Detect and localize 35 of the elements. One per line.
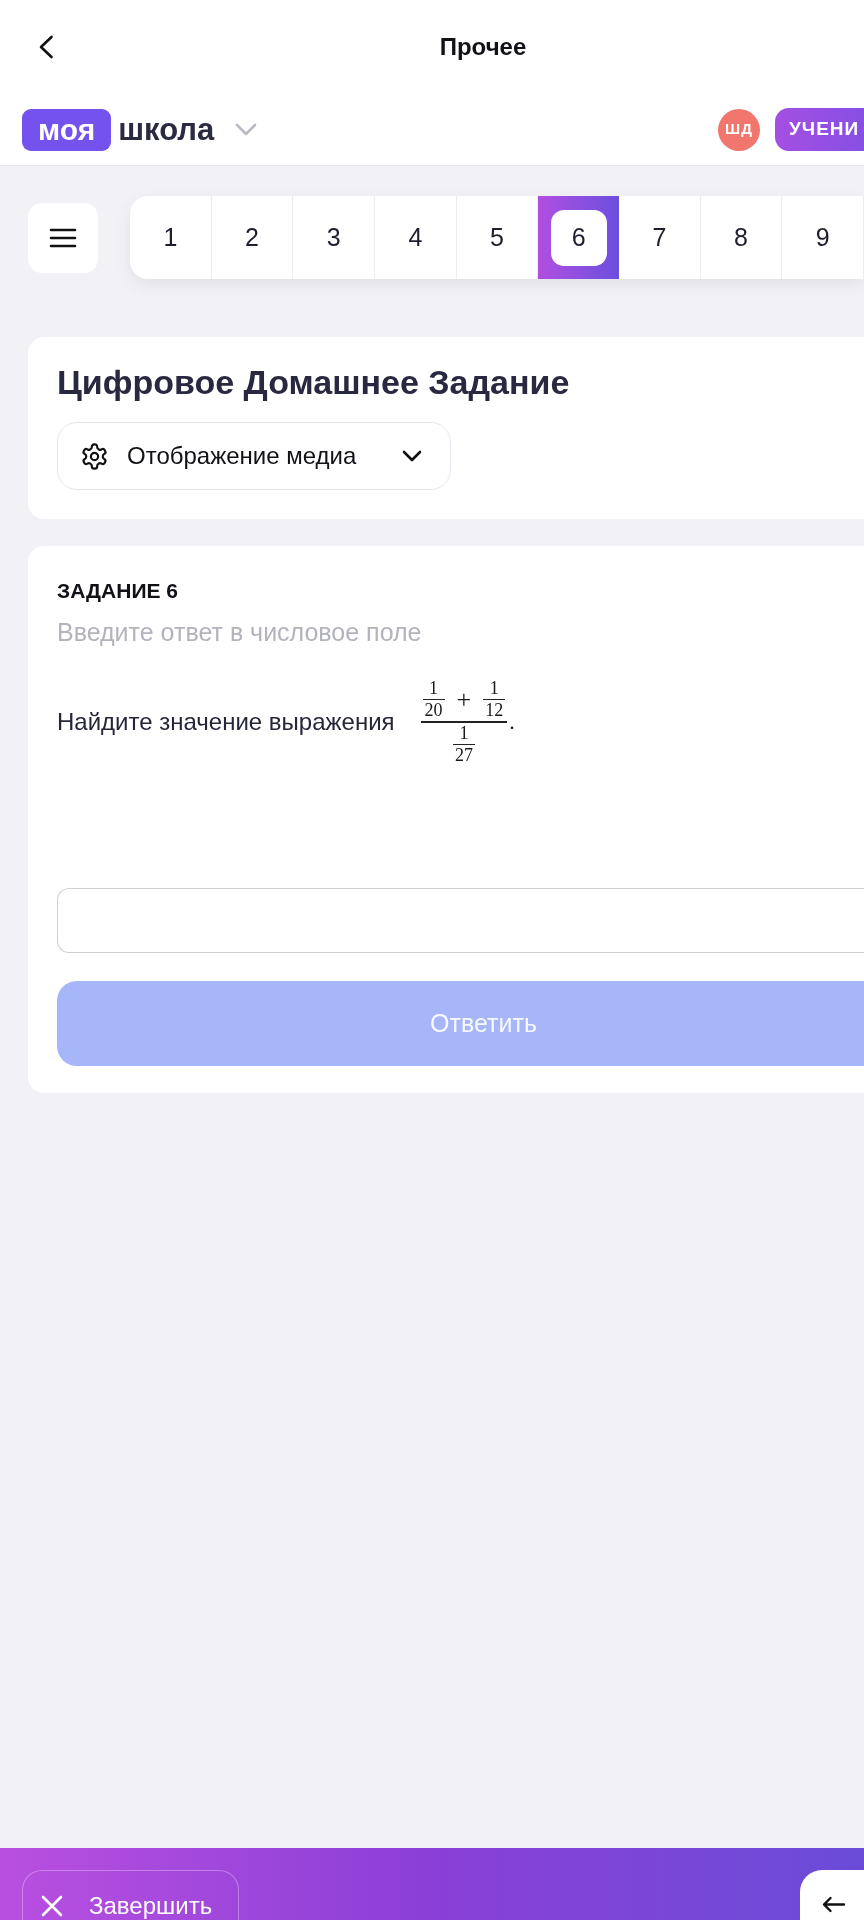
menu-icon xyxy=(49,227,77,248)
logo-badge: моя xyxy=(22,108,112,151)
previous-button[interactable] xyxy=(800,1870,864,1920)
period-text: . xyxy=(509,711,515,733)
homework-title: Цифровое Домашнее Задание xyxy=(57,362,571,403)
task-tab[interactable]: 4 xyxy=(375,196,457,279)
task-tab[interactable]: 6 xyxy=(538,196,620,279)
task-tab[interactable]: 3 xyxy=(293,196,375,279)
numerator-text: 1 xyxy=(428,680,440,698)
chevron-left-icon xyxy=(38,35,54,59)
finish-button[interactable]: Завершить xyxy=(22,1870,239,1920)
role-badge[interactable]: УЧЕНИ xyxy=(775,108,864,151)
numerator-text: 1 xyxy=(458,724,470,742)
gear-icon xyxy=(80,441,109,471)
arrow-left-icon xyxy=(821,1896,846,1913)
task-tab[interactable]: 1 xyxy=(130,196,212,279)
menu-button[interactable] xyxy=(28,202,98,273)
question-text: Найдите значение выражения xyxy=(57,707,395,737)
task-heading: ЗАДАНИЕ 6 xyxy=(57,578,178,604)
answer-field[interactable] xyxy=(57,888,864,953)
media-dropdown[interactable]: Отображение медиа xyxy=(57,422,451,490)
denominator-text: 12 xyxy=(484,702,505,720)
close-icon xyxy=(41,1895,63,1917)
numerator-text: 1 xyxy=(488,680,500,698)
task-tab[interactable]: 9 xyxy=(782,196,864,279)
chevron-down-icon xyxy=(402,450,422,462)
task-tab[interactable]: 2 xyxy=(211,196,294,279)
denominator-text: 20 xyxy=(423,702,444,720)
task-instruction: Введите ответ в числовое поле xyxy=(57,617,422,648)
operator-text: + xyxy=(456,686,472,713)
logo-text: школа xyxy=(118,114,215,145)
denominator-text: 27 xyxy=(453,746,474,764)
task-tab[interactable]: 7 xyxy=(619,196,701,279)
task-tab[interactable]: 8 xyxy=(700,196,783,279)
page-title: Прочее xyxy=(439,32,527,62)
